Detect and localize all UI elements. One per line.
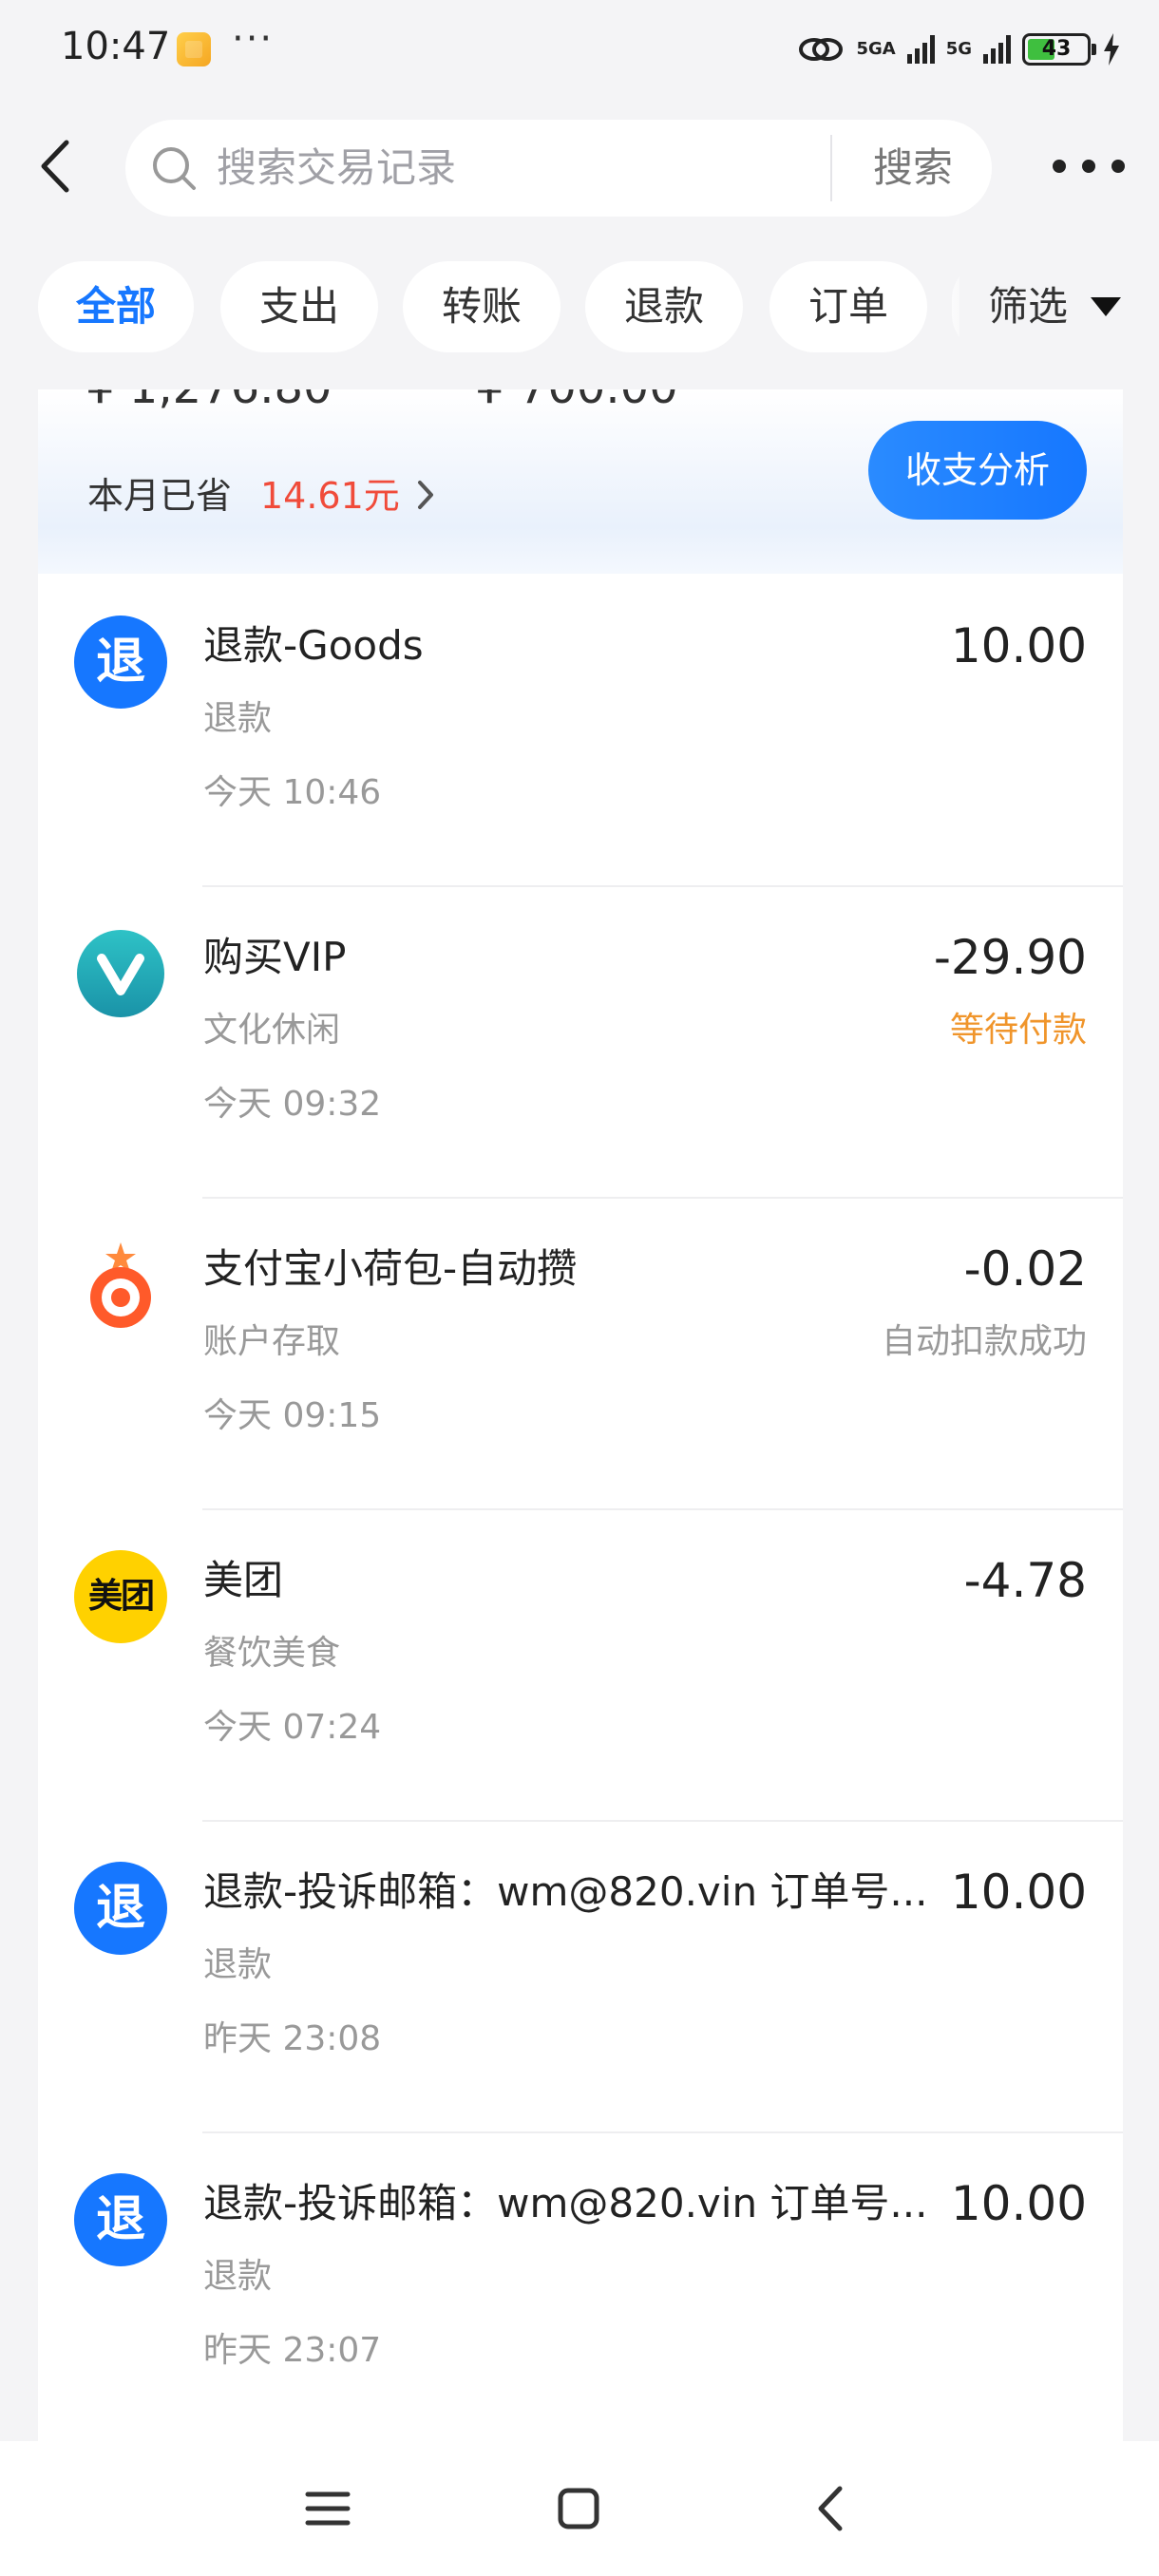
status-indicators: 5GA 5G 43 bbox=[797, 28, 1121, 70]
summary-expense-amount: ¥ 1,276.80 bbox=[86, 389, 332, 414]
transaction-amount: -0.02 bbox=[963, 1241, 1087, 1297]
transaction-amount: -4.78 bbox=[963, 1553, 1087, 1608]
transaction-category: 退款 bbox=[203, 699, 273, 738]
refund-icon: 退 bbox=[74, 2173, 167, 2266]
transaction-row[interactable]: 退 退款-投诉邮箱：wm@820.vin 订单号... 退款 昨天 23:07 … bbox=[38, 2131, 1123, 2441]
transaction-title: 退款-投诉邮箱：wm@820.vin 订单号... bbox=[203, 2180, 928, 2226]
analysis-button[interactable]: 收支分析 bbox=[868, 421, 1087, 520]
row-divider bbox=[202, 1508, 1123, 1510]
transaction-card: ¥ 1,276.80 ¥ 700.00 本月已省 14.61元 收支分析 退 退… bbox=[38, 389, 1123, 2441]
transaction-title: 退款-Goods bbox=[203, 622, 424, 669]
dropdown-triangle-icon bbox=[1091, 297, 1121, 316]
back-nav-icon[interactable] bbox=[798, 2475, 864, 2542]
chevron-right-icon[interactable] bbox=[412, 473, 441, 517]
transaction-row[interactable]: 购买VIP 文化休闲 今天 09:32 -29.90 等待付款 bbox=[38, 885, 1123, 1197]
transaction-category: 退款 bbox=[203, 1945, 273, 1984]
transaction-title: 美团 bbox=[203, 1557, 284, 1603]
back-button[interactable] bbox=[32, 133, 80, 199]
tab-all[interactable]: 全部 bbox=[38, 261, 194, 352]
transaction-status: 等待付款 bbox=[949, 1011, 1087, 1050]
signal-icon bbox=[906, 35, 935, 64]
refund-icon: 退 bbox=[74, 1862, 167, 1955]
transaction-row[interactable]: 退 退款-投诉邮箱：wm@820.vin 订单号... 退款 昨天 23:08 … bbox=[38, 1820, 1123, 2131]
transaction-amount: -29.90 bbox=[933, 930, 1087, 985]
transaction-amount: 10.00 bbox=[950, 1865, 1087, 1920]
transaction-category: 账户存取 bbox=[203, 1322, 341, 1361]
transaction-row[interactable]: 支付宝小荷包-自动攒 账户存取 今天 09:15 -0.02 自动扣款成功 bbox=[38, 1197, 1123, 1508]
menu-icon[interactable] bbox=[294, 2475, 361, 2542]
transaction-time: 昨天 23:08 bbox=[203, 2019, 382, 2058]
filter-tabs: 全部 支出 转账 退款 订单 筛选 bbox=[0, 261, 1159, 352]
meituan-icon: 美团 bbox=[74, 1550, 167, 1643]
search-button[interactable]: 搜索 bbox=[834, 120, 992, 217]
saved-label: 本月已省 bbox=[87, 475, 233, 517]
tab-transfer[interactable]: 转账 bbox=[403, 261, 560, 352]
battery-icon: 43 bbox=[1022, 33, 1096, 66]
transaction-title: 退款-投诉邮箱：wm@820.vin 订单号... bbox=[203, 1868, 928, 1915]
transaction-time: 今天 07:24 bbox=[203, 1708, 382, 1747]
more-options-icon[interactable] bbox=[1053, 142, 1125, 190]
tab-order[interactable]: 订单 bbox=[770, 261, 927, 352]
transaction-amount: 10.00 bbox=[950, 618, 1087, 673]
transaction-category: 文化休闲 bbox=[203, 1011, 341, 1050]
transaction-title: 支付宝小荷包-自动攒 bbox=[203, 1245, 578, 1292]
search-divider bbox=[830, 135, 832, 201]
notification-app-icon bbox=[177, 32, 211, 66]
row-divider bbox=[202, 885, 1123, 887]
transaction-status: 自动扣款成功 bbox=[881, 1322, 1087, 1361]
signal-5g-label: 5G bbox=[945, 39, 972, 59]
vip-icon bbox=[77, 930, 164, 1017]
tab-expense[interactable]: 支出 bbox=[220, 261, 378, 352]
row-divider bbox=[202, 2131, 1123, 2133]
transaction-row[interactable]: 美团 美团 餐饮美食 今天 07:24 -4.78 bbox=[38, 1508, 1123, 1820]
month-summary: ¥ 1,276.80 ¥ 700.00 本月已省 14.61元 收支分析 bbox=[38, 389, 1123, 574]
transaction-time: 今天 09:32 bbox=[203, 1085, 382, 1124]
signal-icon-2 bbox=[983, 35, 1011, 64]
saved-amount[interactable]: 14.61元 bbox=[260, 467, 400, 524]
search-bar[interactable]: 搜索交易记录 搜索 bbox=[125, 120, 992, 217]
summary-income-amount: ¥ 700.00 bbox=[475, 389, 678, 414]
status-time: 10:47 bbox=[61, 25, 171, 68]
home-icon[interactable] bbox=[545, 2475, 612, 2542]
transaction-category: 餐饮美食 bbox=[203, 1634, 341, 1673]
charging-icon bbox=[1104, 33, 1119, 66]
tab-refund[interactable]: 退款 bbox=[585, 261, 743, 352]
transaction-time: 今天 09:15 bbox=[203, 1396, 382, 1435]
search-input[interactable]: 搜索交易记录 bbox=[217, 143, 456, 193]
transaction-time: 昨天 23:07 bbox=[203, 2331, 382, 2370]
transaction-row[interactable]: 退 退款-Goods 退款 今天 10:46 10.00 bbox=[38, 574, 1123, 885]
system-nav-bar bbox=[0, 2441, 1159, 2576]
pocket-icon bbox=[90, 1242, 151, 1328]
link-icon bbox=[799, 38, 844, 61]
transaction-category: 退款 bbox=[203, 2257, 273, 2296]
search-icon bbox=[153, 147, 196, 190]
battery-level: 43 bbox=[1041, 37, 1072, 61]
transaction-amount: 10.00 bbox=[950, 2176, 1087, 2231]
row-divider bbox=[202, 1820, 1123, 1822]
transaction-title: 购买VIP bbox=[203, 934, 347, 980]
page: 10:47 ··· 5GA 5G 43 搜索交易记录 搜索 全部 支出 转账 退… bbox=[0, 0, 1159, 2576]
row-divider bbox=[202, 1197, 1123, 1199]
filter-button[interactable]: 筛选 bbox=[960, 261, 1159, 352]
status-bar: 10:47 ··· 5GA 5G 43 bbox=[0, 0, 1159, 95]
signal-5ga-label: 5GA bbox=[856, 39, 896, 59]
filter-label: 筛选 bbox=[988, 283, 1069, 330]
refund-icon: 退 bbox=[74, 616, 167, 709]
transaction-time: 今天 10:46 bbox=[203, 773, 382, 812]
more-notifications-icon: ··· bbox=[232, 17, 275, 61]
